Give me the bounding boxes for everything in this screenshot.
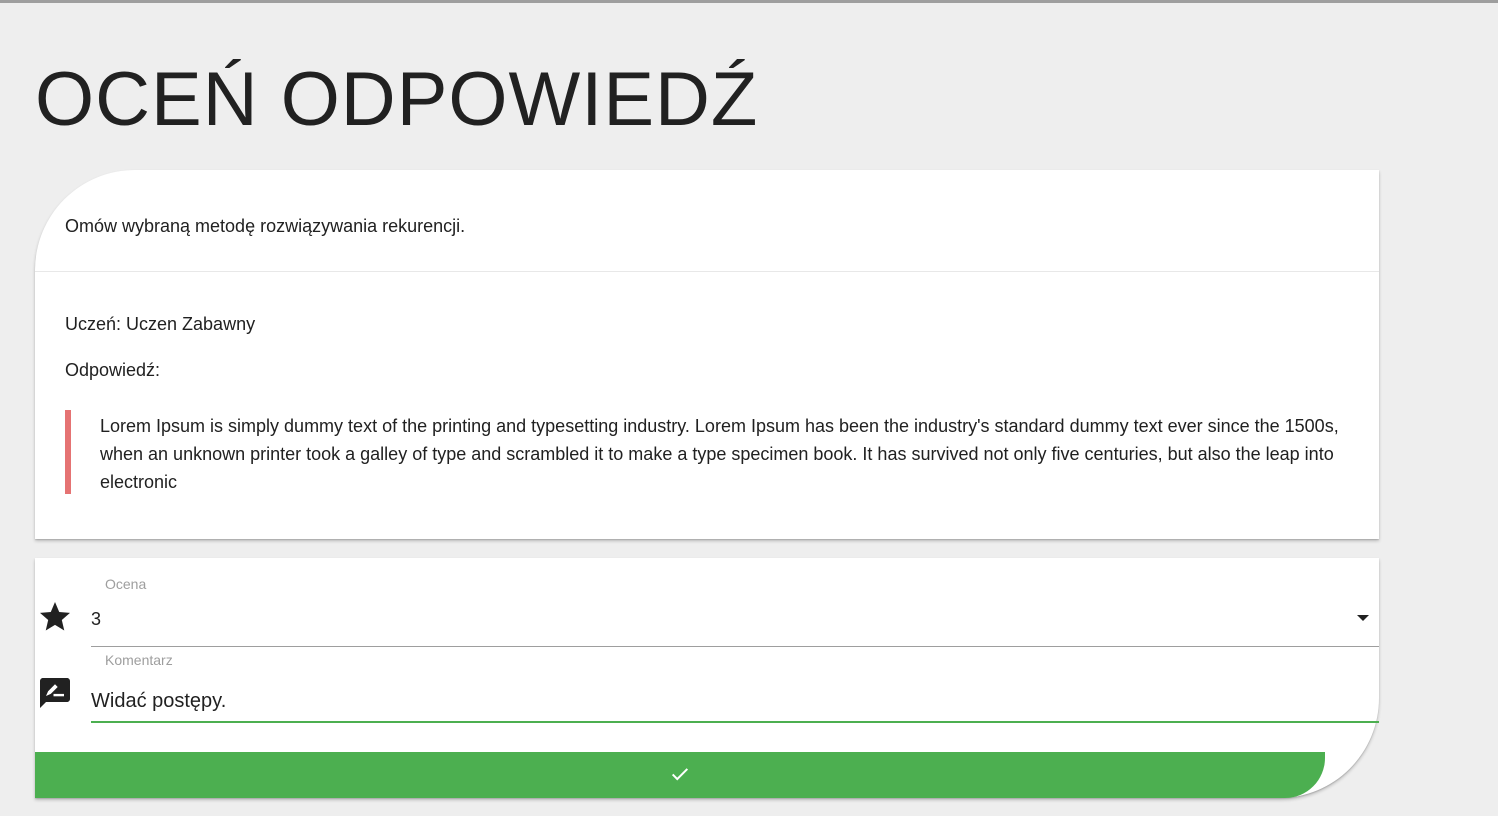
rate-review-icon — [37, 675, 73, 711]
comment-input[interactable] — [91, 678, 1379, 723]
divider — [35, 271, 1379, 272]
rating-select[interactable]: 3 — [91, 602, 1379, 647]
grading-form-card: Ocena 3 Komentarz — [35, 558, 1379, 798]
student-name: Uczeń: Uczen Zabawny — [65, 314, 256, 334]
rating-label: Ocena — [105, 576, 147, 592]
answer-label: Odpowiedź: — [65, 360, 161, 380]
question-card: Omów wybraną metodę rozwiązywania rekure… — [35, 170, 1379, 539]
page-title: OCEŃ ODPOWIEDŹ — [35, 57, 759, 142]
check-icon — [669, 763, 691, 788]
rating-value: 3 — [91, 609, 102, 629]
answer-quote: Lorem Ipsum is simply dummy text of the … — [65, 410, 1345, 494]
top-border — [0, 0, 1498, 3]
question-text: Omów wybraną metodę rozwiązywania rekure… — [65, 216, 466, 236]
comment-label: Komentarz — [105, 652, 173, 668]
submit-button[interactable] — [35, 752, 1325, 798]
star-icon — [37, 599, 73, 635]
chevron-down-icon — [1357, 615, 1369, 621]
